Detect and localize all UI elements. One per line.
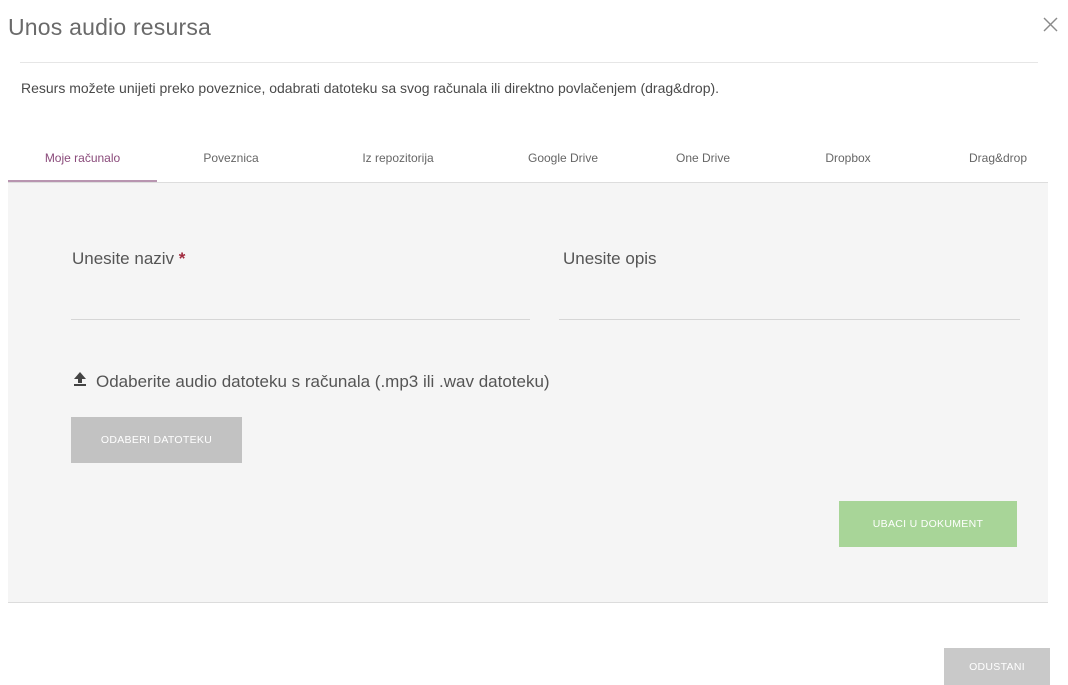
- tab-google-drive[interactable]: Google Drive: [498, 148, 628, 182]
- panel-bottom-divider: [8, 602, 1048, 603]
- header-divider: [20, 62, 1038, 63]
- tab-dropbox[interactable]: Dropbox: [788, 148, 908, 182]
- tab-poveznica[interactable]: Poveznica: [171, 148, 291, 182]
- name-label-text: Unesite naziv: [72, 249, 175, 268]
- tab-moje-racunalo[interactable]: Moje računalo: [8, 148, 157, 182]
- upload-prompt-text: Odaberite audio datoteku s računala (.mp…: [96, 371, 550, 391]
- source-tabs: Moje računalo Poveznica Iz repozitorija …: [8, 148, 1048, 182]
- tab-one-drive[interactable]: One Drive: [648, 148, 758, 182]
- upload-prompt-row: Odaberite audio datoteku s računala (.mp…: [72, 371, 550, 392]
- tab-iz-repozitorija[interactable]: Iz repozitorija: [328, 148, 468, 182]
- cancel-button[interactable]: ODUSTANI: [944, 648, 1050, 685]
- intro-text: Resurs možete unijeti preko poveznice, o…: [21, 80, 720, 96]
- description-field-label: Unesite opis: [563, 249, 657, 268]
- insert-into-document-button[interactable]: UBACI U DOKUMENT: [839, 501, 1017, 547]
- upload-icon: [72, 371, 96, 392]
- name-field-label: Unesite naziv *: [72, 249, 185, 269]
- required-mark: *: [178, 249, 186, 268]
- choose-file-button[interactable]: ODABERI DATOTEKU: [71, 417, 242, 463]
- name-input[interactable]: [71, 291, 530, 320]
- modal-title: Unos audio resursa: [8, 14, 212, 40]
- description-input[interactable]: [559, 291, 1020, 320]
- close-icon[interactable]: [1040, 12, 1060, 36]
- tab-drag-drop[interactable]: Drag&drop: [948, 148, 1048, 182]
